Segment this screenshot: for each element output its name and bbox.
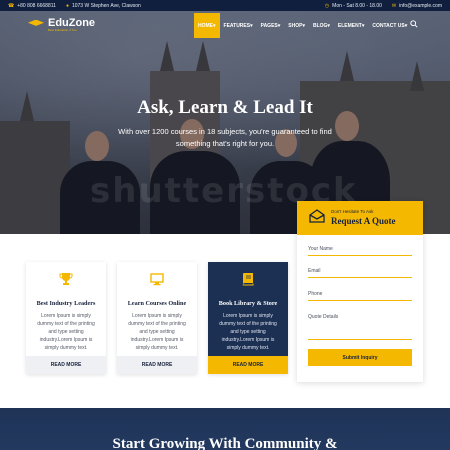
topbar-phone-text: +80 808 6668811 (17, 2, 56, 9)
quote-header: Don't Hesitate To Ask Request A Quote (297, 201, 423, 235)
nav-item-label: SHOP (288, 22, 303, 29)
chevron-down-icon: ▾ (277, 22, 281, 29)
main-navigation: EduZone Best Education 4 You HOME ▾ FEATU… (0, 11, 450, 38)
nav-item-label: HOME (198, 22, 213, 29)
site-logo[interactable]: EduZone Best Education 4 You (28, 16, 96, 32)
book-icon (242, 273, 254, 286)
location-pin-icon: ● (65, 2, 69, 9)
nav-item-label: FEATURES (223, 22, 251, 29)
hero-subtitle: With over 1200 courses in 18 subjects, y… (118, 127, 332, 148)
nav-item-home[interactable]: HOME ▾ (194, 13, 220, 38)
page: shutterstock ☎ +80 808 6668811 ● 1073 W … (0, 0, 450, 450)
quote-title: Request A Quote (331, 216, 396, 226)
nav-menu: HOME ▾ FEATURES ▾ PAGES ▾ SHOP ▾ BLOG ▾ ELEME… (194, 13, 411, 38)
quote-details-field[interactable]: Quote Details (308, 310, 412, 340)
quote-eyebrow: Don't Hesitate To Ask (331, 209, 374, 214)
topbar-email[interactable]: ✉ info@example.com (392, 3, 442, 9)
feature-card-title: Learn Courses Online (127, 300, 187, 307)
nav-item-label: BLOG (312, 22, 328, 29)
topbar-address-text: 1073 W Stephen Ave, Clawson (71, 2, 141, 9)
read-more-button[interactable]: READ MORE (117, 356, 197, 374)
feature-card-body: Lorem Ipsum is simply dummy text of the … (128, 313, 186, 351)
community-section: Start Growing With Community & (0, 408, 450, 450)
submit-inquiry-button[interactable]: Submit Inquiry (308, 349, 412, 366)
chevron-down-icon: ▾ (361, 22, 365, 29)
logo-name: EduZone (48, 16, 96, 29)
chevron-down-icon: ▾ (213, 22, 216, 29)
graduation-cap-icon (28, 19, 44, 31)
nav-item-element[interactable]: ELEMENT ▾ (334, 13, 368, 38)
nav-item-contact-us[interactable]: CONTACT US ▾ (368, 13, 411, 38)
topbar-address: ● 1073 W Stephen Ave, Clawson (66, 3, 141, 9)
clock-icon: ◷ (324, 2, 330, 9)
chevron-down-icon: ▾ (327, 22, 330, 29)
chevron-down-icon: ▾ (250, 22, 253, 29)
envelope-icon (309, 209, 325, 223)
phone-icon: ☎ (8, 2, 15, 9)
top-info-bar: ☎ +80 808 6668811 ● 1073 W Stephen Ave, … (0, 0, 450, 11)
feature-card-title: Book Library & Store (218, 300, 278, 307)
hero-title: Ask, Learn & Lead It (137, 97, 313, 118)
nav-item-pages[interactable]: PAGES ▾ (257, 13, 285, 38)
read-more-button[interactable]: READ MORE (208, 356, 288, 374)
feature-card-courses-online: Learn Courses Online Lorem Ipsum is simp… (117, 262, 197, 374)
chevron-down-icon: ▾ (404, 22, 408, 29)
nav-item-shop[interactable]: SHOP ▾ (284, 13, 309, 38)
nav-item-features[interactable]: FEATURES ▾ (220, 13, 257, 38)
nav-item-label: CONTACT US (372, 22, 405, 29)
request-quote-form: Don't Hesitate To Ask Request A Quote Yo… (297, 201, 423, 382)
topbar-hours-text: Mon - Sat 8.00 - 18.00 (332, 2, 382, 9)
feature-card-body: Lorem Ipsum is simply dummy text of the … (37, 313, 95, 351)
nav-item-label: PAGES (260, 22, 278, 29)
feature-card-title: Best Industry Leaders (36, 300, 96, 307)
read-more-button[interactable]: READ MORE (26, 356, 106, 374)
email-field[interactable]: Email (308, 264, 412, 278)
monitor-icon (150, 273, 164, 286)
topbar-phone[interactable]: ☎ +80 808 6668811 (8, 3, 56, 9)
feature-card-body: Lorem Ipsum is simply dummy text of the … (219, 313, 277, 351)
feature-card-book-library: Book Library & Store Lorem Ipsum is simp… (208, 262, 288, 374)
phone-field[interactable]: Phone (308, 287, 412, 301)
trophy-icon (59, 273, 73, 285)
search-icon[interactable] (410, 20, 418, 28)
feature-card-industry-leaders: Best Industry Leaders Lorem Ipsum is sim… (26, 262, 106, 374)
chevron-down-icon: ▾ (302, 22, 305, 29)
name-field[interactable]: Your Name (308, 242, 412, 256)
nav-item-label: ELEMENT (337, 22, 362, 29)
nav-item-blog[interactable]: BLOG ▾ (309, 13, 334, 38)
envelope-icon: ✉ (391, 2, 397, 9)
topbar-hours: ◷ Mon - Sat 8.00 - 18.00 (325, 3, 382, 9)
topbar-email-text: info@example.com (399, 2, 442, 9)
community-title: Start Growing With Community & (112, 436, 338, 450)
